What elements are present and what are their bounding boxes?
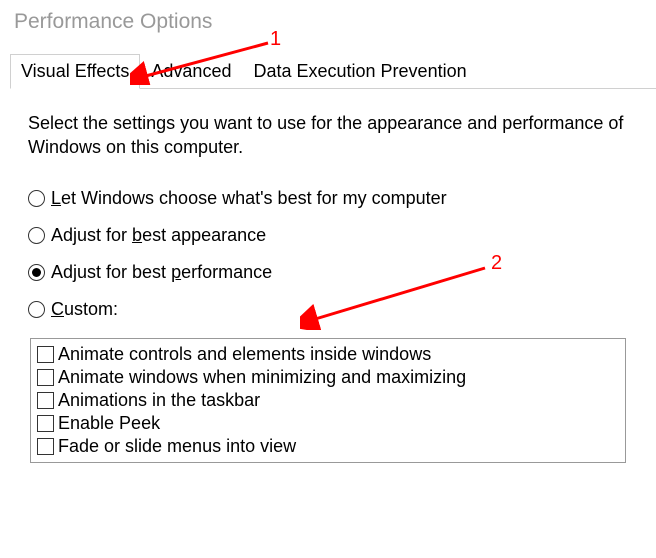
checkbox-icon[interactable] (37, 415, 54, 432)
checklist-label: Animations in the taskbar (58, 390, 260, 411)
tab-content: Select the settings you want to use for … (0, 89, 656, 463)
checkbox-icon[interactable] (37, 392, 54, 409)
checklist-label: Animate windows when minimizing and maxi… (58, 367, 466, 388)
checklist-label: Animate controls and elements inside win… (58, 344, 431, 365)
checklist-item-3[interactable]: Enable Peek (37, 412, 619, 435)
checklist-label: Fade or slide menus into view (58, 436, 296, 457)
radio-button-icon[interactable] (28, 190, 45, 207)
effects-checklist: Animate controls and elements inside win… (30, 338, 626, 463)
radio-label: Let Windows choose what's best for my co… (51, 188, 447, 209)
radio-option-3[interactable]: Custom: (28, 299, 628, 320)
checkbox-icon[interactable] (37, 438, 54, 455)
tab-data-execution-prevention[interactable]: Data Execution Prevention (242, 54, 477, 88)
radio-button-icon[interactable] (28, 264, 45, 281)
radio-option-0[interactable]: Let Windows choose what's best for my co… (28, 188, 628, 209)
radio-group: Let Windows choose what's best for my co… (28, 188, 628, 320)
checklist-item-1[interactable]: Animate windows when minimizing and maxi… (37, 366, 619, 389)
window-title: Performance Options (0, 0, 656, 40)
checkbox-icon[interactable] (37, 346, 54, 363)
radio-option-2[interactable]: Adjust for best performance (28, 262, 628, 283)
radio-option-1[interactable]: Adjust for best appearance (28, 225, 628, 246)
checklist-item-2[interactable]: Animations in the taskbar (37, 389, 619, 412)
radio-button-icon[interactable] (28, 301, 45, 318)
radio-button-icon[interactable] (28, 227, 45, 244)
radio-label: Custom: (51, 299, 118, 320)
checkbox-icon[interactable] (37, 369, 54, 386)
checklist-item-0[interactable]: Animate controls and elements inside win… (37, 343, 619, 366)
checklist-label: Enable Peek (58, 413, 160, 434)
tab-visual-effects[interactable]: Visual Effects (10, 54, 140, 89)
radio-label: Adjust for best appearance (51, 225, 266, 246)
tab-advanced[interactable]: Advanced (140, 54, 242, 88)
checklist-item-4[interactable]: Fade or slide menus into view (37, 435, 619, 458)
description-text: Select the settings you want to use for … (28, 111, 628, 160)
radio-label: Adjust for best performance (51, 262, 272, 283)
tab-strip: Visual EffectsAdvancedData Execution Pre… (10, 54, 656, 89)
